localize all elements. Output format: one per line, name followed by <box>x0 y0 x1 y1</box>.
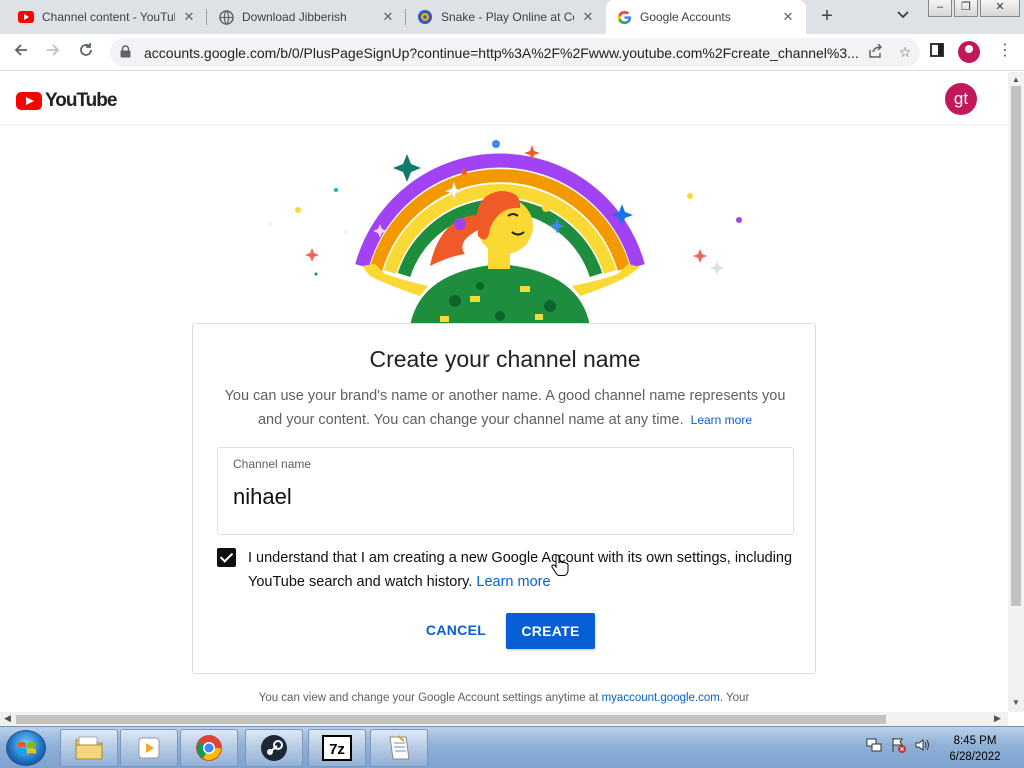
folder-icon <box>75 736 103 760</box>
tab-snake-game[interactable]: Snake - Play Online at Coolmath Games ✕ <box>407 0 606 34</box>
side-panel-icon[interactable] <box>930 43 944 62</box>
understand-checkbox[interactable] <box>217 548 236 567</box>
tab-close-icon[interactable]: ✕ <box>380 9 396 25</box>
windows-taskbar: 7z 8:45 PM 6/28/2022 <box>0 726 1024 768</box>
volume-icon[interactable] <box>914 737 930 753</box>
url-text[interactable]: accounts.google.com/b/0/PlusPageSignUp?c… <box>144 45 860 61</box>
tab-download-jibberish[interactable]: Download Jibberish ✕ <box>208 0 406 34</box>
browser-menu-icon[interactable]: ⋮ <box>997 40 1013 60</box>
vertical-scrollbar[interactable]: ▲ ▼ <box>1008 72 1024 712</box>
taskbar-media-player[interactable] <box>120 729 178 767</box>
create-button[interactable]: CREATE <box>506 613 595 649</box>
footer-text: You can view and change your Google Acco… <box>258 692 599 704</box>
svg-text:7z: 7z <box>329 741 345 758</box>
globe-icon <box>218 9 234 25</box>
channel-name-field[interactable]: Channel name <box>217 447 794 535</box>
network-icon[interactable] <box>866 737 882 753</box>
tab-close-icon[interactable]: ✕ <box>580 9 596 25</box>
tab-close-icon[interactable]: ✕ <box>181 9 197 25</box>
account-avatar[interactable]: gt <box>945 83 977 115</box>
youtube-play-icon <box>16 92 42 110</box>
tab-title: Download Jibberish <box>242 10 347 24</box>
youtube-icon <box>18 9 34 25</box>
windows-logo-icon <box>18 742 36 754</box>
window-controls: – ❐ ✕ <box>928 0 1020 17</box>
page-content: YouTube gt Create your channel name You … <box>0 72 1008 712</box>
rainbow-illustration <box>268 140 742 326</box>
scroll-left-arrow-icon[interactable]: ◀ <box>4 713 11 724</box>
myaccount-link[interactable]: myaccount.google.com <box>602 692 720 704</box>
tab-title: Google Accounts <box>640 10 731 24</box>
chrome-icon <box>196 735 222 761</box>
clock-time: 8:45 PM <box>953 735 997 747</box>
system-tray <box>866 737 930 753</box>
share-icon[interactable] <box>860 43 890 61</box>
taskbar-notepad[interactable] <box>370 729 428 767</box>
learn-more-link[interactable]: Learn more <box>691 413 752 427</box>
scroll-up-arrow-icon[interactable]: ▲ <box>1012 75 1020 84</box>
steam-icon <box>261 735 287 761</box>
clock-date: 6/28/2022 <box>949 751 1001 763</box>
tab-google-accounts[interactable]: Google Accounts ✕ <box>606 0 806 34</box>
address-bar[interactable]: accounts.google.com/b/0/PlusPageSignUp?c… <box>110 38 920 67</box>
back-arrow-icon[interactable] <box>10 42 32 64</box>
bookmark-star-icon[interactable]: ☆ <box>890 44 920 61</box>
taskbar-7zip[interactable]: 7z <box>308 729 366 767</box>
lock-icon[interactable] <box>120 44 134 61</box>
channel-name-input[interactable] <box>233 484 773 510</box>
scroll-right-arrow-icon[interactable]: ▶ <box>994 713 1001 724</box>
taskbar-steam[interactable] <box>245 729 303 767</box>
header-divider <box>0 124 1008 128</box>
close-window-button[interactable]: ✕ <box>980 0 1020 17</box>
footer-text-after: . Your <box>719 692 750 704</box>
new-tab-button[interactable]: + <box>816 6 838 28</box>
checkbox-label: I understand that I am creating a new Go… <box>248 546 793 594</box>
taskbar-clock[interactable]: 8:45 PM 6/28/2022 <box>940 733 1010 765</box>
tab-close-icon[interactable]: ✕ <box>780 9 796 25</box>
card-description: You can use your brand's name or another… <box>217 384 793 432</box>
snake-icon <box>417 9 433 25</box>
card-title: Create your channel name <box>369 346 641 372</box>
media-player-icon <box>138 737 160 759</box>
reload-icon[interactable] <box>75 42 97 64</box>
tab-strip: Channel content - YouTube ✕ Download Jib… <box>0 0 1024 34</box>
tab-title: Snake - Play Online at Coolmath Games <box>441 10 574 24</box>
browser-toolbar: accounts.google.com/b/0/PlusPageSignUp?c… <box>0 34 1024 71</box>
7zip-icon: 7z <box>322 735 352 761</box>
notepad-icon <box>389 735 410 760</box>
checkbox-learn-more-link[interactable]: Learn more <box>476 574 550 590</box>
scroll-down-arrow-icon[interactable]: ▼ <box>1012 698 1020 707</box>
cancel-button[interactable]: CANCEL <box>417 616 495 644</box>
channel-name-card: Create your channel name You can use you… <box>192 323 816 674</box>
forward-arrow-icon[interactable] <box>42 42 64 64</box>
minimize-button[interactable]: – <box>928 0 952 17</box>
tab-search-chevron-icon[interactable] <box>897 8 909 22</box>
footer-note: You can view and change your Google Acco… <box>192 692 816 704</box>
vertical-scroll-thumb[interactable] <box>1011 86 1021 606</box>
tab-title: Channel content - YouTube <box>42 10 175 24</box>
hand-pointer-cursor-icon <box>551 554 569 576</box>
horizontal-scrollbar[interactable]: ◀ ▶ <box>0 712 1008 726</box>
youtube-logo[interactable]: YouTube <box>16 90 117 112</box>
taskbar-chrome[interactable] <box>180 729 238 767</box>
restore-button[interactable]: ❐ <box>954 0 978 17</box>
horizontal-scroll-thumb[interactable] <box>16 715 886 724</box>
google-icon <box>616 9 632 25</box>
browser-profile-avatar[interactable] <box>958 41 980 63</box>
taskbar-file-explorer[interactable] <box>60 729 118 767</box>
tab-youtube-channel-content[interactable]: Channel content - YouTube ✕ <box>8 0 207 34</box>
channel-name-label: Channel name <box>233 457 312 471</box>
start-button[interactable] <box>6 730 46 766</box>
youtube-logo-text: YouTube <box>45 90 117 111</box>
action-center-flag-icon[interactable] <box>890 737 906 753</box>
